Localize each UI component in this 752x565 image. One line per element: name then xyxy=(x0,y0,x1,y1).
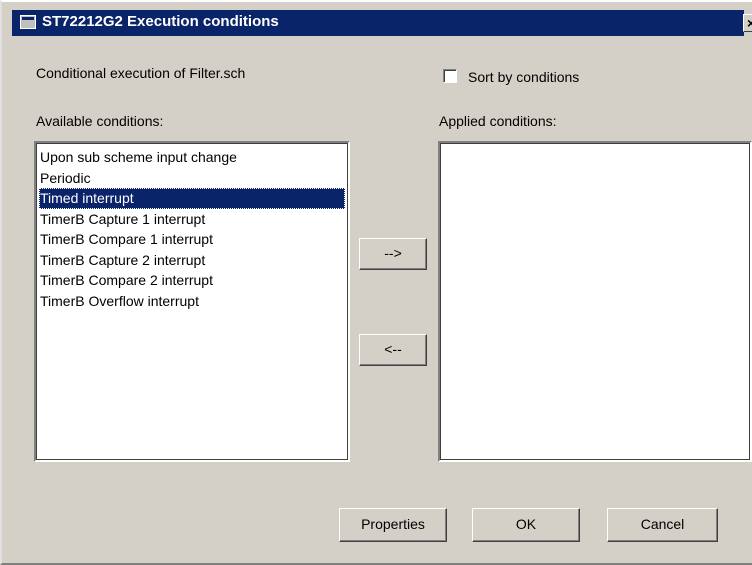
cancel-button[interactable]: Cancel xyxy=(607,508,718,542)
properties-button[interactable]: Properties xyxy=(339,508,447,542)
cancel-button-label: Cancel xyxy=(640,516,685,532)
applied-conditions-list[interactable] xyxy=(438,141,752,462)
add-condition-button[interactable]: --> xyxy=(359,238,427,270)
properties-button-label: Properties xyxy=(361,516,425,532)
conditional-execution-label: Conditional execution of Filter.sch xyxy=(36,65,246,81)
list-item[interactable]: Upon sub scheme input change xyxy=(39,147,345,168)
list-item[interactable]: TimerB Capture 1 interrupt xyxy=(39,209,345,230)
available-conditions-label: Available conditions: xyxy=(36,113,164,129)
ok-button[interactable]: OK xyxy=(472,508,580,542)
list-item[interactable]: Timed interrupt xyxy=(39,188,345,209)
ok-button-label: OK xyxy=(515,516,537,532)
window-title: ST72212G2 Execution conditions xyxy=(42,13,279,30)
remove-condition-button-label: <-- xyxy=(384,341,402,357)
execution-conditions-dialog: ST72212G2 Execution conditions × Conditi… xyxy=(0,0,752,565)
remove-condition-button[interactable]: <-- xyxy=(359,334,427,366)
sort-by-conditions-label[interactable]: Sort by conditions xyxy=(468,69,579,85)
applied-conditions-label: Applied conditions: xyxy=(439,113,557,129)
list-item[interactable]: Periodic xyxy=(39,168,345,189)
sort-by-conditions-checkbox[interactable] xyxy=(443,69,457,83)
window-icon xyxy=(20,15,36,29)
add-condition-button-label: --> xyxy=(384,245,402,261)
list-item[interactable]: TimerB Overflow interrupt xyxy=(39,291,345,312)
title-bar[interactable]: ST72212G2 Execution conditions × xyxy=(12,10,752,36)
close-button[interactable]: × xyxy=(743,14,752,32)
list-item[interactable]: TimerB Compare 2 interrupt xyxy=(39,270,345,291)
available-conditions-list[interactable]: Upon sub scheme input change Periodic Time… xyxy=(34,141,350,462)
list-item[interactable]: TimerB Capture 2 interrupt xyxy=(39,250,345,271)
list-item[interactable]: TimerB Compare 1 interrupt xyxy=(39,229,345,250)
